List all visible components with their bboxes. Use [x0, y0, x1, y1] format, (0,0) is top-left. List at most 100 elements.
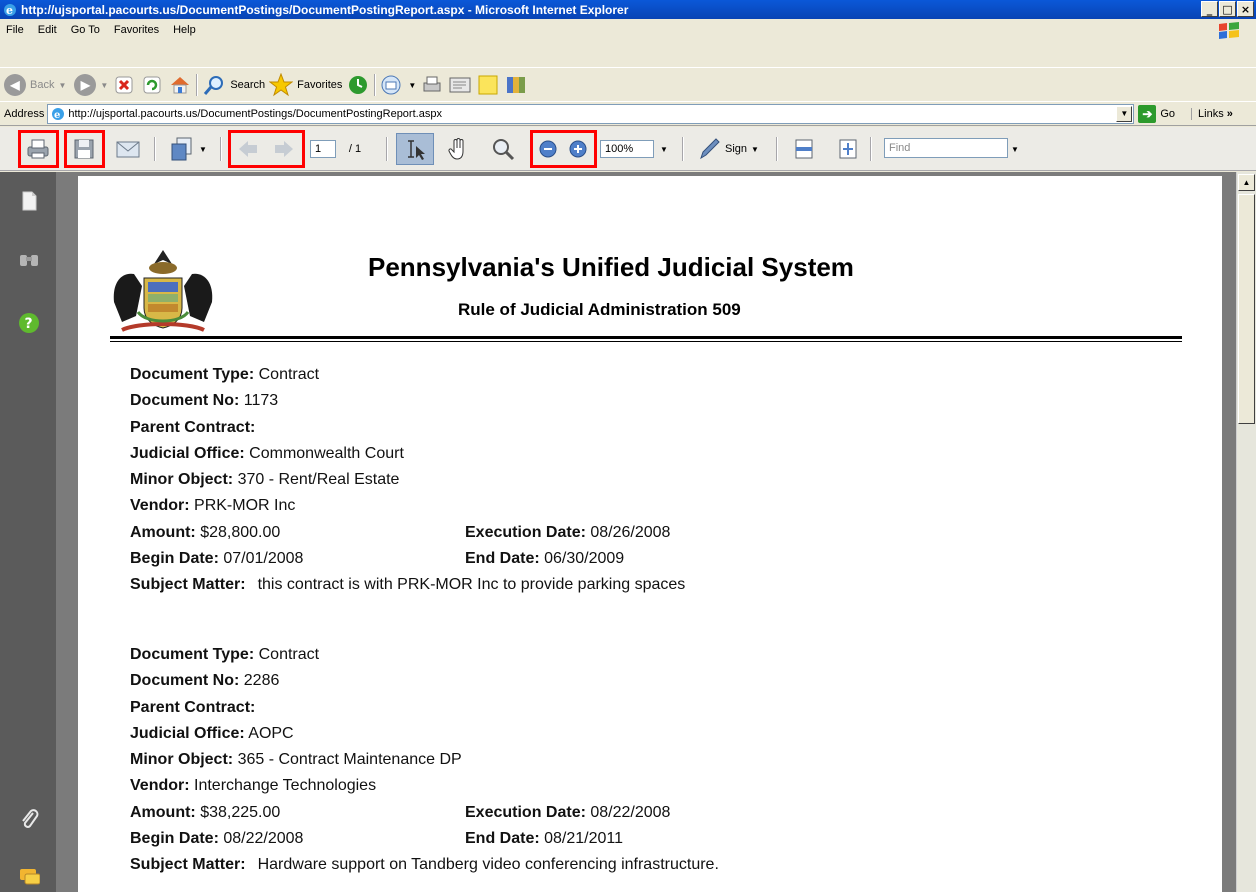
record-no: 1173: [243, 392, 279, 410]
page-icon: e: [52, 107, 65, 121]
record-line-vendor: Vendor: PRK-MOR Inc: [130, 497, 296, 515]
record-line-amount: Amount: $38,225.00 Execution Date: 08/22…: [130, 803, 671, 821]
go-arrow-icon: ➔: [1138, 104, 1157, 123]
menu-file[interactable]: File: [0, 24, 32, 36]
menu-help[interactable]: Help: [167, 24, 204, 36]
record-line-subject: Subject Matter: Hardware support on Tandb…: [130, 856, 719, 874]
record-begin-date: 07/01/2008: [223, 550, 304, 568]
links-button[interactable]: Links »: [1191, 107, 1233, 120]
record-subject: Hardware support on Tandberg video confe…: [257, 856, 719, 874]
document-record: Document Type: Contract Document No: 228…: [130, 646, 719, 883]
search-icon[interactable]: [202, 73, 226, 97]
favorites-star-icon[interactable]: [269, 73, 294, 97]
document-record: Document Type: Contract Document No: 117…: [130, 366, 685, 603]
page-number-input[interactable]: 1: [310, 140, 336, 158]
zoom-tool-button[interactable]: [484, 133, 522, 165]
scroll-thumb[interactable]: [1238, 194, 1255, 424]
binoculars-icon[interactable]: [18, 248, 40, 270]
navigation-panel: ?: [0, 172, 56, 892]
research-icon[interactable]: [504, 73, 528, 97]
vertical-scrollbar[interactable]: ▲: [1236, 172, 1256, 892]
record-type: Contract: [258, 646, 320, 663]
menu-go-to[interactable]: Go To: [65, 24, 108, 36]
record-end-date: 08/21/2011: [544, 830, 624, 848]
menu-edit[interactable]: Edit: [32, 24, 65, 36]
fit-width-button[interactable]: [790, 133, 818, 165]
back-icon[interactable]: ◀: [4, 74, 26, 96]
header-rule: [110, 336, 1182, 339]
comments-icon[interactable]: [18, 866, 40, 888]
record-line-parent: Parent Contract:: [130, 418, 256, 436]
email-icon: [116, 141, 140, 158]
header-rule-thin: [110, 341, 1182, 342]
record-line-office: Judicial Office: AOPC: [130, 724, 294, 742]
highlight-box-zoom: [530, 130, 597, 168]
record-end-date: 06/30/2009: [544, 550, 625, 568]
svg-text:e: e: [54, 110, 60, 121]
record-vendor: PRK-MOR Inc: [194, 497, 296, 515]
pdf-page: Pennsylvania's Unified Judicial System R…: [78, 176, 1222, 892]
address-field[interactable]: e http://ujsportal.pacourts.us/DocumentP…: [47, 103, 1135, 124]
pennsylvania-coat-of-arms-icon: [113, 250, 213, 332]
forward-icon[interactable]: ▶: [74, 74, 97, 96]
print-icon[interactable]: [420, 73, 444, 97]
select-text-icon: [408, 140, 425, 160]
record-exec-date: 08/26/2008: [590, 523, 671, 541]
help-icon[interactable]: ?: [18, 312, 40, 334]
back-button[interactable]: Back: [30, 79, 54, 91]
address-label: Address: [4, 107, 45, 120]
zoom-tool-icon: [493, 139, 515, 161]
email-button[interactable]: [110, 133, 146, 165]
zoom-level-input[interactable]: 100%: [600, 140, 654, 158]
find-dropdown-icon[interactable]: ▼: [1008, 133, 1022, 165]
record-line-office: Judicial Office: Commonwealth Court: [130, 444, 404, 462]
highlight-box-navigation: [228, 130, 305, 168]
record-line-parent: Parent Contract:: [130, 698, 256, 716]
title-bar: e http://ujsportal.pacourts.us/DocumentP…: [0, 0, 1256, 19]
document-area[interactable]: Pennsylvania's Unified Judicial System R…: [56, 172, 1236, 892]
history-icon[interactable]: [346, 73, 370, 97]
fit-width-icon: [795, 139, 813, 159]
edit-icon[interactable]: [448, 73, 472, 97]
select-tool-button[interactable]: [396, 133, 434, 165]
attachment-icon[interactable]: [18, 808, 40, 830]
find-input[interactable]: Find: [884, 138, 1008, 158]
pages-tool-button[interactable]: ▼: [164, 133, 212, 165]
maximize-button[interactable]: □: [1219, 1, 1236, 17]
close-button[interactable]: ×: [1237, 1, 1254, 17]
ie-icon: e: [4, 3, 16, 17]
hand-tool-button[interactable]: [440, 133, 476, 165]
record-subject: this contract is with PRK-MOR Inc to pro…: [257, 576, 686, 594]
record-office: AOPC: [248, 724, 294, 742]
stop-icon[interactable]: [112, 73, 136, 97]
favorites-button[interactable]: Favorites: [297, 79, 342, 91]
zoom-dropdown-icon[interactable]: ▼: [656, 133, 672, 165]
search-button[interactable]: Search: [230, 79, 265, 91]
address-url[interactable]: http://ujsportal.pacourts.us/DocumentPos…: [68, 108, 442, 120]
scroll-up-icon[interactable]: ▲: [1238, 174, 1255, 191]
svg-text:?: ?: [25, 316, 33, 332]
sign-button[interactable]: Sign ▼: [690, 133, 766, 165]
pages-tool-icon: [171, 137, 192, 161]
record-line-amount: Amount: $28,800.00 Execution Date: 08/26…: [130, 523, 671, 541]
fit-page-button[interactable]: [834, 133, 862, 165]
record-minor: 370 - Rent/Real Estate: [237, 471, 400, 489]
pages-icon[interactable]: [18, 190, 40, 212]
fit-page-icon: [839, 139, 857, 159]
refresh-icon[interactable]: [140, 73, 164, 97]
svg-text:e: e: [6, 4, 13, 17]
record-amount: $38,225.00: [200, 803, 281, 821]
address-dropdown-icon[interactable]: ▼: [1116, 105, 1133, 122]
home-icon[interactable]: [168, 73, 192, 97]
menu-favorites[interactable]: Favorites: [108, 24, 167, 36]
record-line-type: Document Type: Contract: [130, 646, 320, 663]
go-button[interactable]: ➔ Go: [1138, 104, 1175, 123]
record-line-dates: Begin Date: 08/22/2008 End Date: 08/21/2…: [130, 830, 624, 848]
record-vendor: Interchange Technologies: [194, 777, 377, 795]
notes-icon[interactable]: [476, 73, 500, 97]
window-title: http://ujsportal.pacourts.us/DocumentPos…: [21, 2, 629, 17]
mail-icon[interactable]: [380, 73, 404, 97]
minimize-button[interactable]: _: [1201, 1, 1218, 17]
record-minor: 365 - Contract Maintenance DP: [237, 751, 462, 769]
record-line-dates: Begin Date: 07/01/2008 End Date: 06/30/2…: [130, 550, 625, 568]
